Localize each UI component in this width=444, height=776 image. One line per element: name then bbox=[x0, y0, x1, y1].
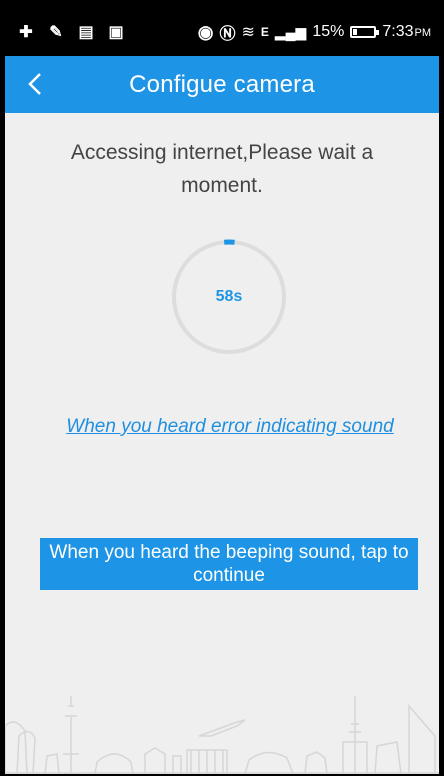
nfc-icon: Ⓝ bbox=[219, 26, 236, 43]
app-bar: Configue camera bbox=[5, 56, 439, 113]
countdown-text: 58s bbox=[215, 288, 243, 305]
city-skyline-illustration bbox=[5, 696, 439, 774]
notification-icons: ✚ ✎ ▤ ▣ bbox=[15, 22, 127, 42]
wifi-icon: ≋ bbox=[241, 24, 255, 41]
edit-icon: ✎ bbox=[49, 24, 63, 41]
battery-percent: 15% bbox=[312, 23, 345, 40]
status-bar: ✚ ✎ ▤ ▣ ◉ Ⓝ ≋ E ▂▄▆ 15% 7:33PM bbox=[5, 8, 439, 56]
clock-time: 7:33 bbox=[382, 23, 414, 40]
battery-icon bbox=[350, 26, 380, 38]
continue-button[interactable]: When you heard the beeping sound, tap to… bbox=[40, 538, 418, 590]
app-screen: ✚ ✎ ▤ ▣ ◉ Ⓝ ≋ E ▂▄▆ 15% 7:33PM Configue … bbox=[5, 8, 439, 774]
clock-ampm: PM bbox=[414, 27, 432, 39]
error-sound-link[interactable]: When you heard error indicating sound bbox=[45, 416, 415, 438]
plus-icon: ✚ bbox=[19, 24, 33, 41]
message-icon: ▤ bbox=[78, 24, 94, 41]
status-message: Accessing internet,Please wait a moment. bbox=[70, 141, 374, 197]
system-icons: ◉ Ⓝ ≋ E ▂▄▆ 15% 7:33PM bbox=[198, 20, 431, 44]
signal-icon: ▂▄▆ bbox=[274, 23, 307, 40]
image-icon: ▣ bbox=[108, 24, 124, 41]
page-title: Configue camera bbox=[129, 70, 315, 98]
countdown-timer: 58s bbox=[170, 238, 288, 356]
clock: 7:33PM bbox=[382, 23, 431, 41]
chevron-left-icon bbox=[28, 73, 41, 95]
beats-icon: ◉ bbox=[197, 21, 214, 42]
signal-type-label: E bbox=[260, 25, 269, 39]
back-button[interactable] bbox=[21, 66, 49, 102]
